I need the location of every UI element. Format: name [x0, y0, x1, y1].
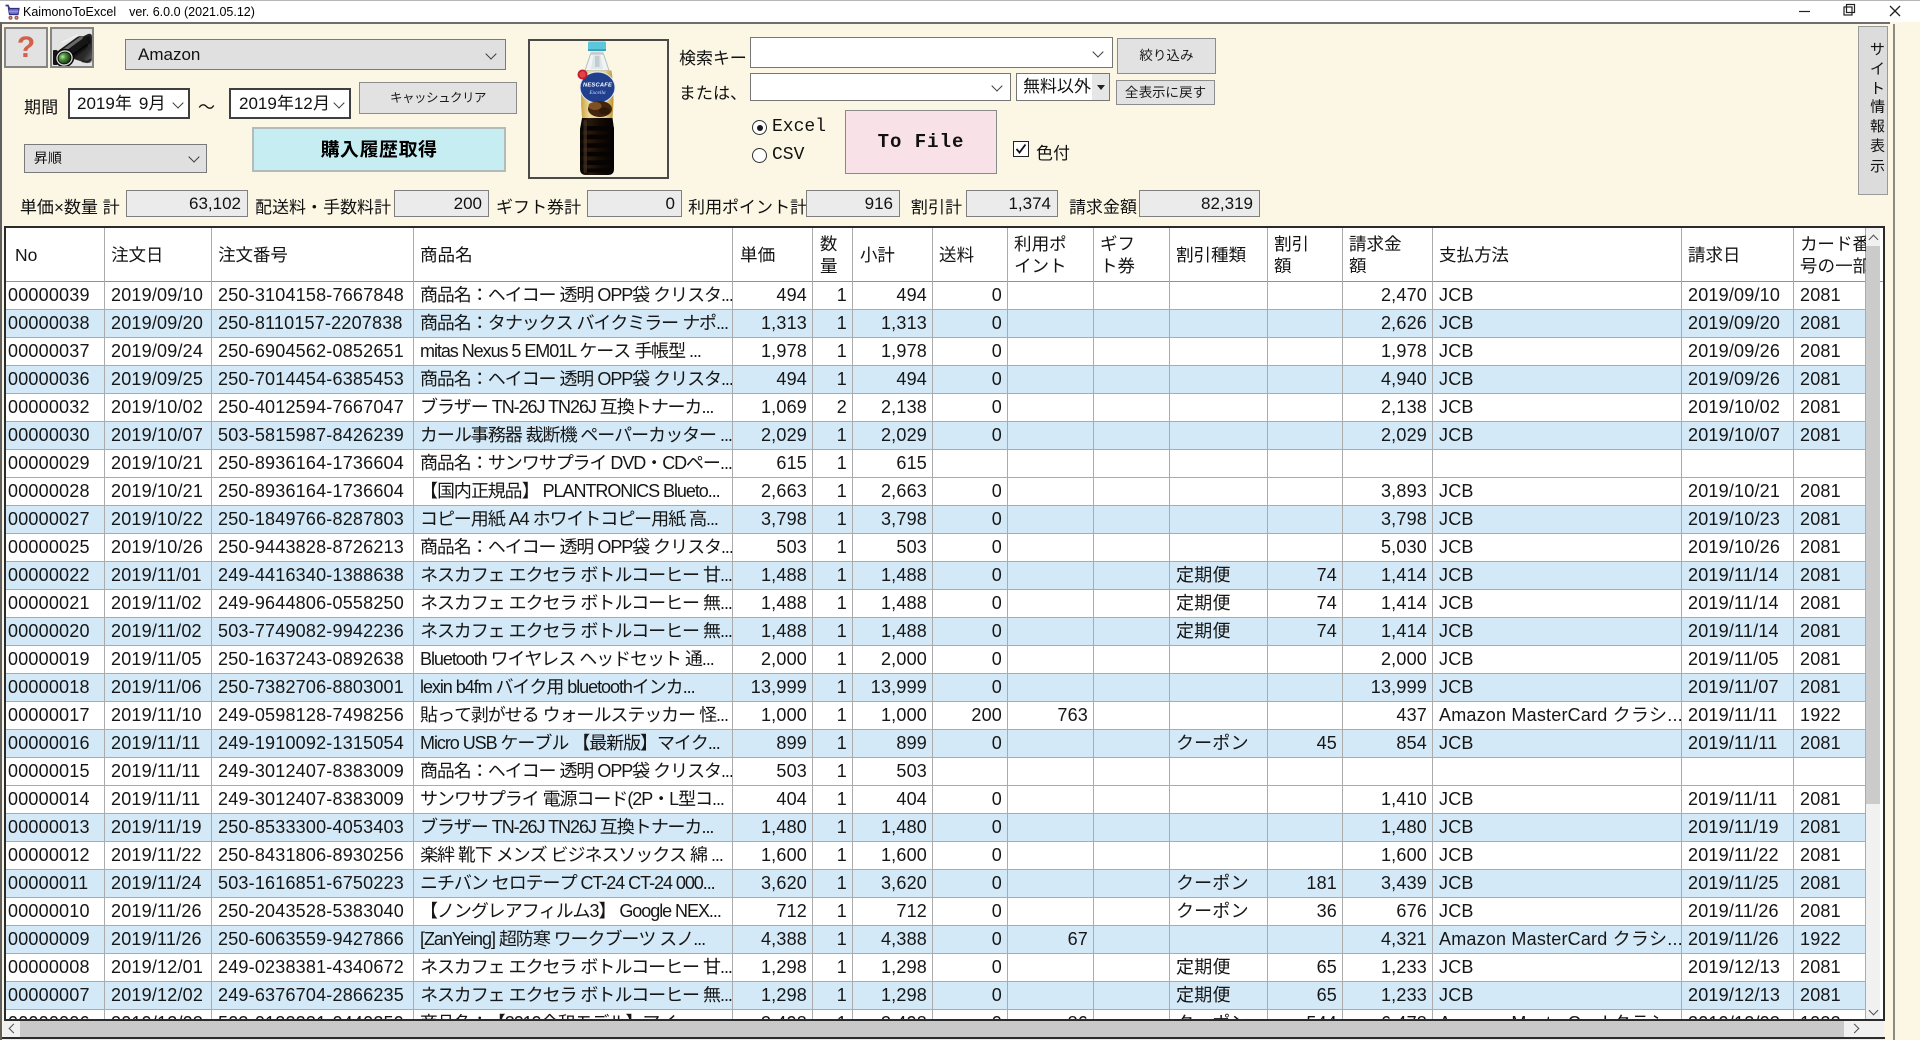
- svg-text:Excella: Excella: [588, 90, 605, 96]
- svg-text:NESCAFE: NESCAFE: [583, 83, 613, 89]
